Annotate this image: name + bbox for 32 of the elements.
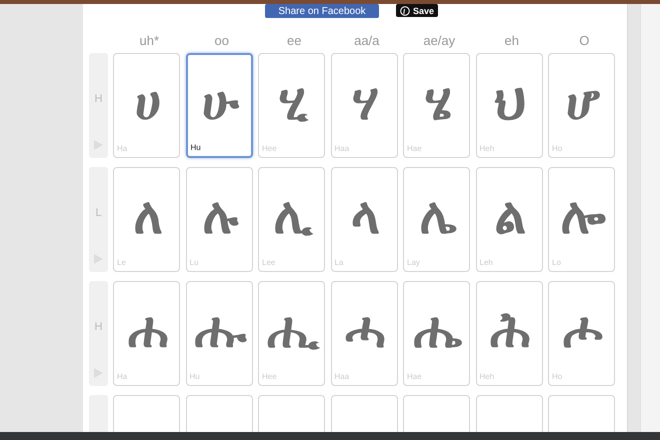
letter-card[interactable]: ሁ Hu <box>186 53 252 158</box>
letter-glyph: ሐ <box>128 300 168 360</box>
letter-glyph: ሔ <box>414 300 462 360</box>
letter-glyph: ሖ <box>563 300 603 360</box>
column-header: ae/ay <box>423 33 456 48</box>
letter-glyph: ሁ <box>202 72 239 132</box>
column-header: uh* <box>139 33 160 48</box>
letter-glyph: ሎ <box>560 186 606 246</box>
letter-glyph: ሓ <box>345 300 386 360</box>
letter-glyph: ል <box>494 186 526 246</box>
letter-glyph: ላ <box>351 186 380 246</box>
share-button[interactable]: Share on Facebook <box>265 4 379 18</box>
column-header: oo <box>214 33 229 48</box>
letter-glyph: ሆ <box>566 72 600 132</box>
letter-glyph: ሒ <box>267 300 319 360</box>
save-button[interactable]: Save <box>396 4 438 17</box>
letter-glyph: ሑ <box>194 300 246 360</box>
letter-glyph: ሃ <box>352 72 379 132</box>
column-header: aa/a <box>354 33 380 48</box>
letter-glyph: ሂ <box>278 72 308 132</box>
letter-glyph: ሌ <box>420 186 456 246</box>
letter-glyph: ሄ <box>424 72 452 132</box>
letter-glyph: ህ <box>494 72 526 132</box>
letter-glyph: ሉ <box>202 186 238 246</box>
column-header: O <box>579 33 590 48</box>
letter-glyph: ለ <box>134 186 162 246</box>
letter-glyph: ሊ <box>274 186 312 246</box>
letter-label: Hu <box>190 143 201 152</box>
letter-glyph: ሀ <box>135 72 161 132</box>
column-header: eh <box>504 33 519 48</box>
column-header: ee <box>287 33 302 48</box>
letter-glyph: ሕ <box>490 300 531 360</box>
